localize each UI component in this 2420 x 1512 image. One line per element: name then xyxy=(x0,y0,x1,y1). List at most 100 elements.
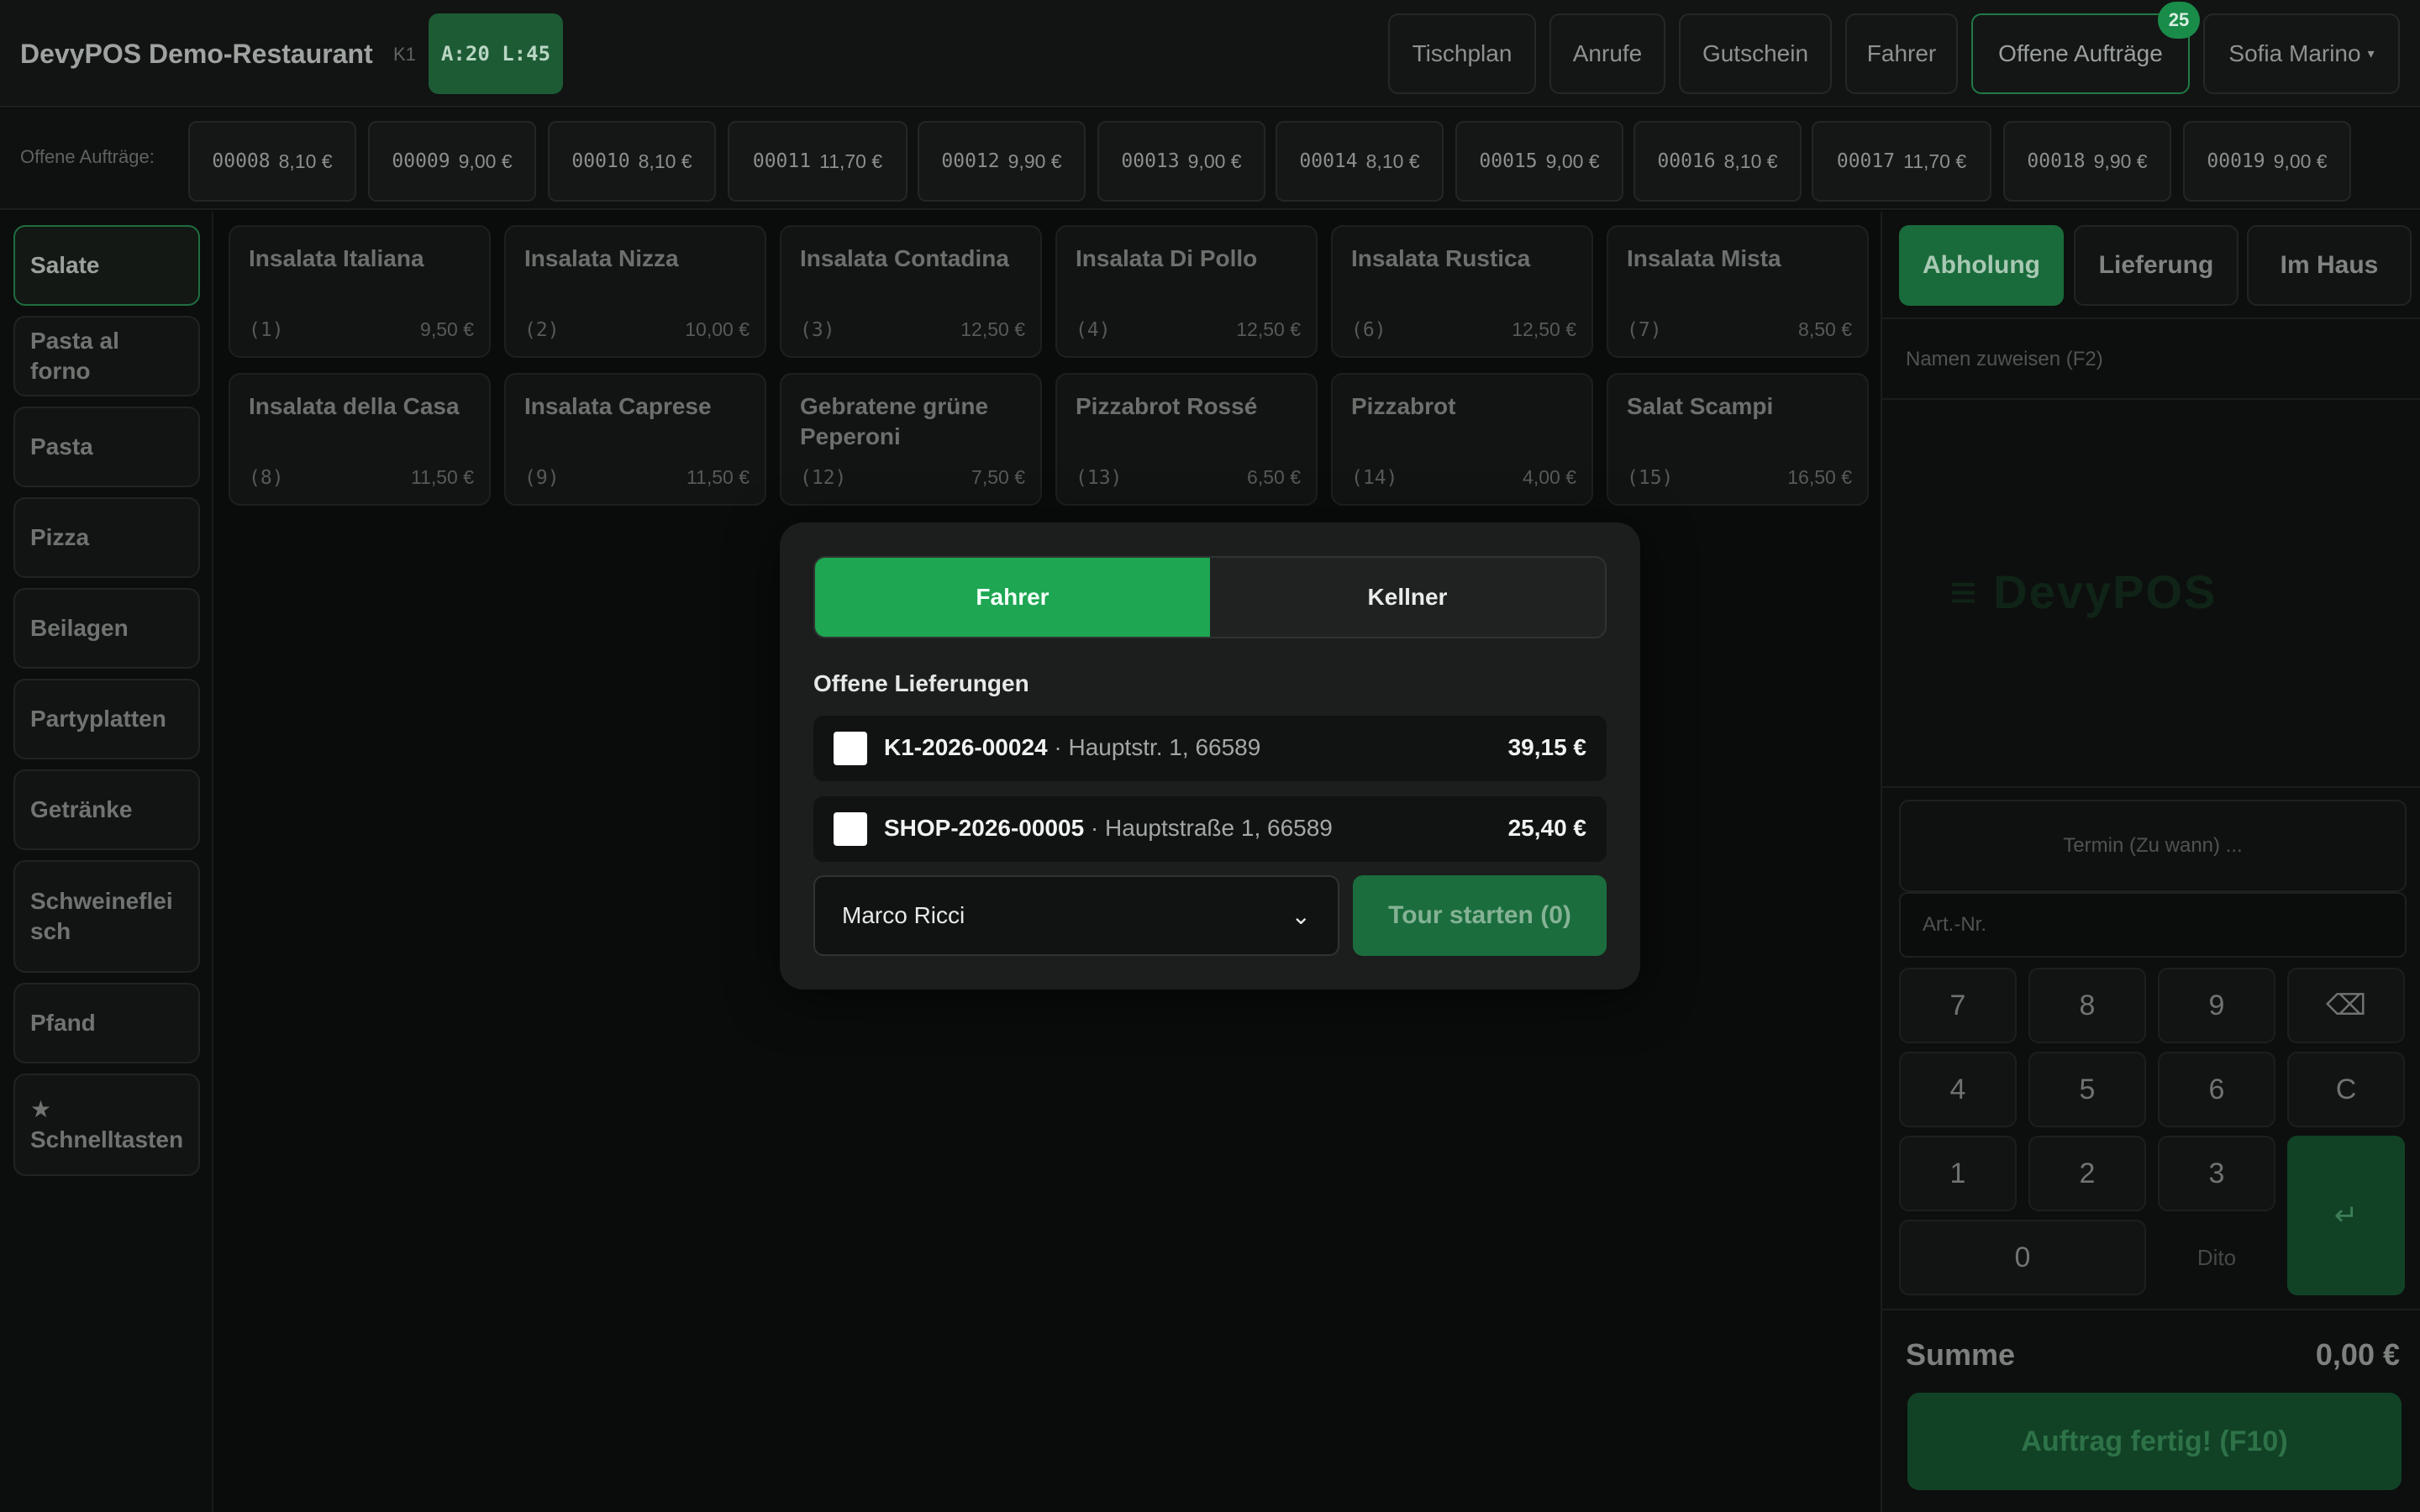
category-label: Schnelltasten xyxy=(30,1126,184,1152)
nav-open-orders-button[interactable]: Offene Aufträge xyxy=(1971,13,2190,94)
product-name: Pizzabrot xyxy=(1351,393,1456,419)
delivery-checkbox[interactable] xyxy=(834,732,867,765)
numpad-key-7[interactable]: 7 xyxy=(1899,968,2017,1043)
delivery-row[interactable]: SHOP-2026-00005 · Hauptstraße 1, 66589 2… xyxy=(813,796,1607,862)
product-tile[interactable]: Insalata Italiana (1) 9,50 € xyxy=(229,225,491,358)
delivery-id: SHOP-2026-00005 xyxy=(884,815,1085,841)
product-number: (15) xyxy=(1627,467,1674,489)
order-amount: 9,00 € xyxy=(2273,150,2328,172)
appointment-time-field[interactable]: Termin (Zu wann) ... xyxy=(1899,800,2407,892)
numpad-clear-button[interactable]: C xyxy=(2287,1052,2405,1127)
open-order-chip[interactable]: 00009 9,00 € xyxy=(368,121,536,202)
nav-gutschein-button[interactable]: Gutschein xyxy=(1679,13,1832,94)
chevron-down-icon: ⌄ xyxy=(1291,902,1311,929)
app-title: DevyPOS Demo-Restaurant xyxy=(20,39,373,69)
category-beilagen[interactable]: Beilagen xyxy=(13,588,200,669)
numpad-key-2[interactable]: 2 xyxy=(2028,1136,2146,1211)
dito-button[interactable]: Dito xyxy=(2158,1220,2275,1295)
product-name: Insalata Di Pollo xyxy=(1076,245,1258,271)
tab-kellner[interactable]: Kellner xyxy=(1210,558,1605,637)
product-tile[interactable]: Gebratene grüne Peperoni (12) 7,50 € xyxy=(780,373,1042,506)
product-tile[interactable]: Insalata Mista (7) 8,50 € xyxy=(1607,225,1869,358)
product-tile[interactable]: Salat Scampi (15) 16,50 € xyxy=(1607,373,1869,506)
numpad-key-3[interactable]: 3 xyxy=(2158,1136,2275,1211)
product-tile[interactable]: Pizzabrot Rossé (13) 6,50 € xyxy=(1055,373,1318,506)
order-id: 00014 xyxy=(1299,150,1358,172)
delivery-address: · Hauptstr. 1, 66589 xyxy=(1047,734,1261,760)
product-name: Insalata Nizza xyxy=(524,245,679,271)
open-order-chip[interactable]: 00018 9,90 € xyxy=(2003,121,2171,202)
open-order-chip[interactable]: 00012 9,90 € xyxy=(918,121,1086,202)
open-order-chip[interactable]: 00019 9,00 € xyxy=(2183,121,2351,202)
counter-badge[interactable]: A:20 L:45 xyxy=(429,13,563,94)
product-price: 9,50 € xyxy=(420,318,474,340)
product-name: Insalata Mista xyxy=(1627,245,1781,271)
numpad-key-0[interactable]: 0 xyxy=(1899,1220,2146,1295)
category-getraenke[interactable]: Getränke xyxy=(13,769,200,850)
order-amount: 8,10 € xyxy=(1365,150,1420,172)
user-menu-button[interactable]: Sofia Marino ▾ xyxy=(2203,13,2400,94)
finish-order-button[interactable]: Auftrag fertig! (F10) xyxy=(1907,1393,2402,1490)
product-number: (7) xyxy=(1627,319,1662,341)
open-order-chip[interactable]: 00017 11,70 € xyxy=(1812,121,1991,202)
numpad-key-6[interactable]: 6 xyxy=(2158,1052,2275,1127)
category-schnelltasten[interactable]: ★ Schnelltasten xyxy=(13,1074,200,1176)
open-order-chip[interactable]: 00011 11,70 € xyxy=(728,121,908,202)
numpad-key-1[interactable]: 1 xyxy=(1899,1136,2017,1211)
product-tile[interactable]: Insalata Di Pollo (4) 12,50 € xyxy=(1055,225,1318,358)
category-pfand[interactable]: Pfand xyxy=(13,983,200,1063)
enter-icon[interactable]: ↵ xyxy=(2287,1136,2405,1295)
product-price: 11,50 € xyxy=(686,466,750,488)
open-orders-label: Offene Aufträge: xyxy=(20,146,155,167)
category-schweinefleisch[interactable]: Schweinefleisch xyxy=(13,860,200,973)
open-order-chip[interactable]: 00014 8,10 € xyxy=(1276,121,1444,202)
category-pasta-al-forno[interactable]: Pasta al forno xyxy=(13,316,200,396)
start-tour-button[interactable]: Tour starten (0) xyxy=(1353,875,1607,956)
mode-im-haus-tab[interactable]: Im Haus xyxy=(2247,225,2412,306)
mode-abholung-tab[interactable]: Abholung xyxy=(1899,225,2064,306)
delivery-info: SHOP-2026-00005 · Hauptstraße 1, 66589 xyxy=(884,815,1333,842)
product-tile[interactable]: Insalata Nizza (2) 10,00 € xyxy=(504,225,766,358)
product-price: 6,50 € xyxy=(1247,466,1301,488)
delivery-address: · Hauptstraße 1, 66589 xyxy=(1084,815,1333,841)
mode-lieferung-tab[interactable]: Lieferung xyxy=(2074,225,2238,306)
order-id: 00008 xyxy=(212,150,271,172)
open-order-chip[interactable]: 00010 8,10 € xyxy=(548,121,716,202)
product-tile[interactable]: Insalata Contadina (3) 12,50 € xyxy=(780,225,1042,358)
divider xyxy=(1882,1309,2420,1310)
product-tile[interactable]: Insalata Caprese (9) 11,50 € xyxy=(504,373,766,506)
open-order-chip[interactable]: 00016 8,10 € xyxy=(1634,121,1802,202)
nav-anrufe-button[interactable]: Anrufe xyxy=(1549,13,1665,94)
open-order-chip[interactable]: 00013 9,00 € xyxy=(1097,121,1265,202)
numpad-key-4[interactable]: 4 xyxy=(1899,1052,2017,1127)
order-id: 00010 xyxy=(571,150,630,172)
delivery-checkbox[interactable] xyxy=(834,812,867,846)
product-price: 11,50 € xyxy=(410,466,474,488)
product-price: 12,50 € xyxy=(1512,318,1576,340)
order-amount: 11,70 € xyxy=(819,150,883,172)
numpad-key-5[interactable]: 5 xyxy=(2028,1052,2146,1127)
order-id: 00018 xyxy=(2027,150,2086,172)
backspace-icon[interactable]: ⌫ xyxy=(2287,968,2405,1043)
numpad-key-9[interactable]: 9 xyxy=(2158,968,2275,1043)
category-pizza[interactable]: Pizza xyxy=(13,497,200,578)
nav-tischplan-button[interactable]: Tischplan xyxy=(1388,13,1536,94)
driver-select[interactable]: Marco Ricci ⌄ xyxy=(813,875,1339,956)
assign-name-link[interactable]: Namen zuweisen (F2) xyxy=(1906,348,2103,371)
open-order-chip[interactable]: 00008 8,10 € xyxy=(188,121,356,202)
category-partyplatten[interactable]: Partyplatten xyxy=(13,679,200,759)
nav-fahrer-button[interactable]: Fahrer xyxy=(1845,13,1958,94)
order-amount: 9,90 € xyxy=(1007,150,1062,172)
product-tile[interactable]: Insalata Rustica (6) 12,50 € xyxy=(1331,225,1593,358)
product-tile[interactable]: Pizzabrot (14) 4,00 € xyxy=(1331,373,1593,506)
article-number-input[interactable]: Art.-Nr. xyxy=(1899,892,2407,958)
product-name: Insalata della Casa xyxy=(249,393,460,419)
category-pasta[interactable]: Pasta xyxy=(13,407,200,487)
tab-fahrer[interactable]: Fahrer xyxy=(815,558,1210,637)
delivery-row[interactable]: K1-2026-00024 · Hauptstr. 1, 66589 39,15… xyxy=(813,716,1607,781)
product-tile[interactable]: Insalata della Casa (8) 11,50 € xyxy=(229,373,491,506)
numpad-key-8[interactable]: 8 xyxy=(2028,968,2146,1043)
order-amount: 11,70 € xyxy=(1903,150,1967,172)
open-order-chip[interactable]: 00015 9,00 € xyxy=(1455,121,1623,202)
category-salate[interactable]: Salate xyxy=(13,225,200,306)
